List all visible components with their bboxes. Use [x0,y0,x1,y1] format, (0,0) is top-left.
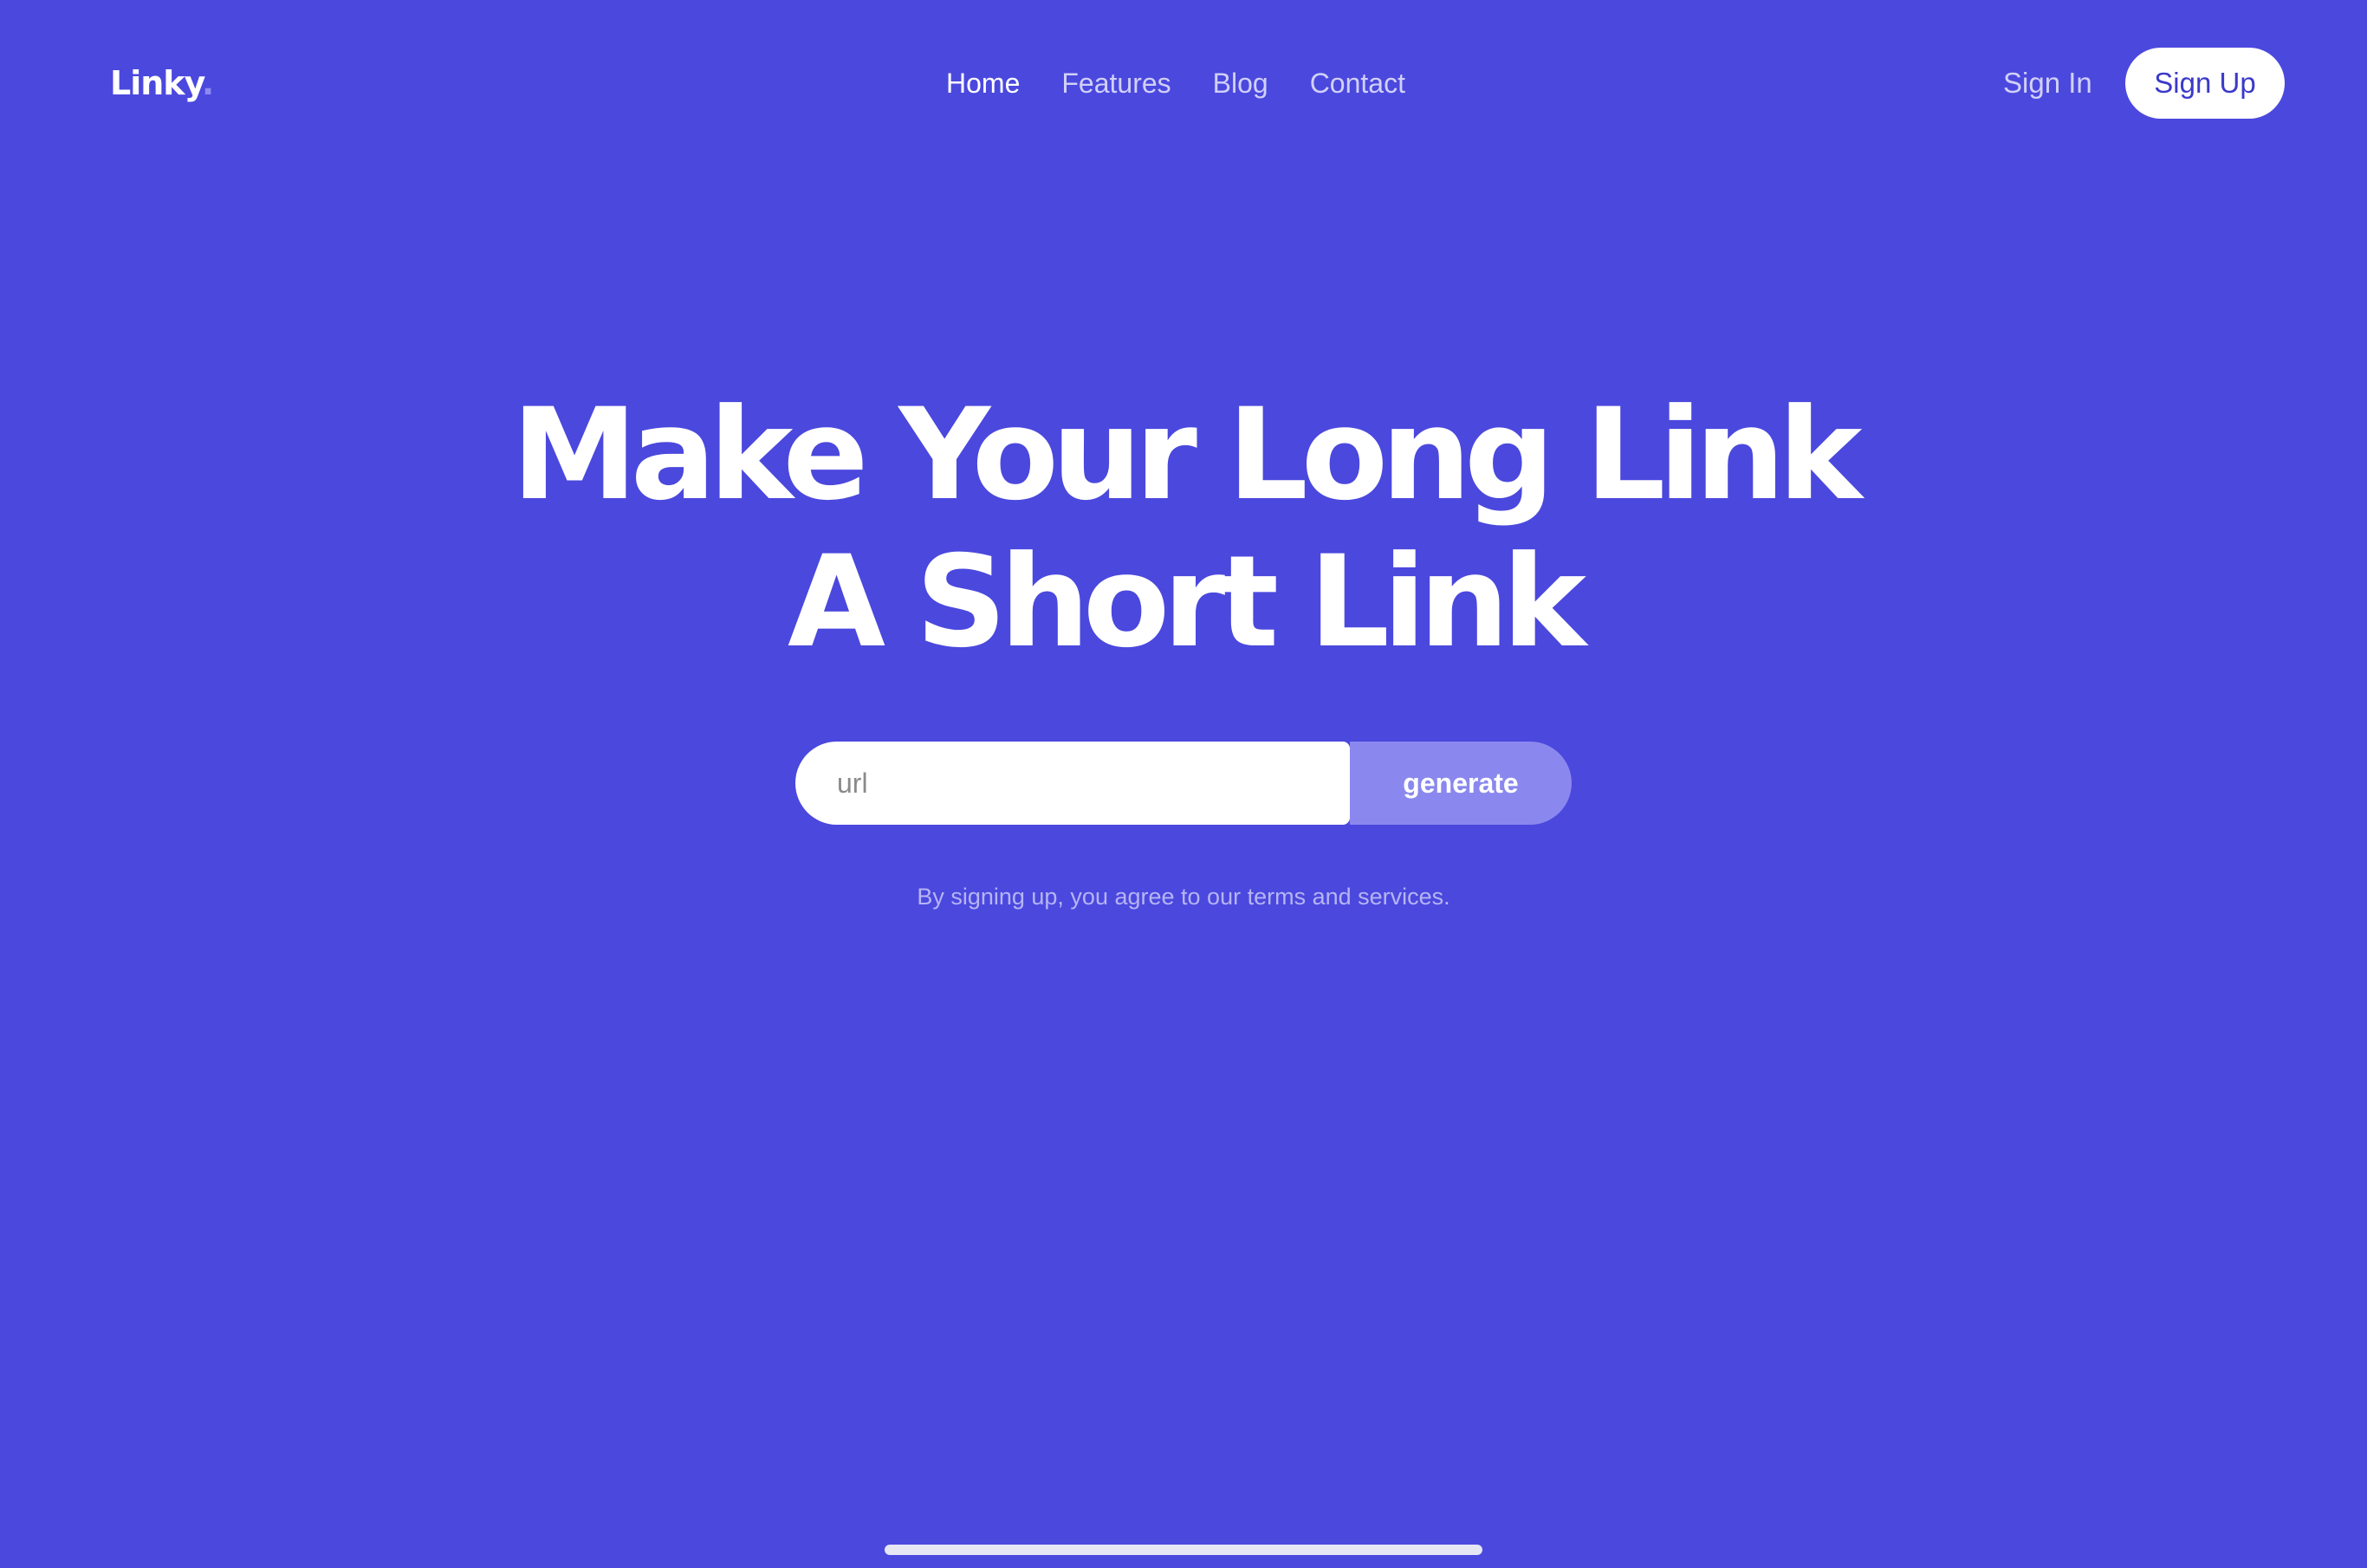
shorten-url-form: generate [795,742,1572,825]
brand-name: Linky [110,64,203,102]
sign-up-button[interactable]: Sign Up [2125,48,2285,119]
terms-notice: By signing up, you agree to our terms an… [917,884,1450,910]
nav-item-home[interactable]: Home [946,61,1020,106]
url-input[interactable] [795,742,1350,825]
main-nav: Home Features Blog Contact [946,61,1405,106]
nav-item-contact[interactable]: Contact [1310,61,1405,106]
hero-title: Make Your Long Link A Short Link [0,381,2367,676]
hero-title-line-2: A Short Link [788,528,1586,676]
generate-button[interactable]: generate [1350,742,1572,825]
hero-title-line-1: Make Your Long Link [511,381,1863,528]
nav-item-features[interactable]: Features [1061,61,1171,106]
home-indicator-bar[interactable] [885,1545,1482,1555]
nav-item-blog[interactable]: Blog [1213,61,1268,106]
sign-in-link[interactable]: Sign In [2003,61,2092,106]
brand-logo[interactable]: Linky. [110,57,214,109]
brand-dot: . [201,64,214,102]
top-navigation-bar: Linky. Home Features Blog Contact Sign I… [0,0,2367,165]
